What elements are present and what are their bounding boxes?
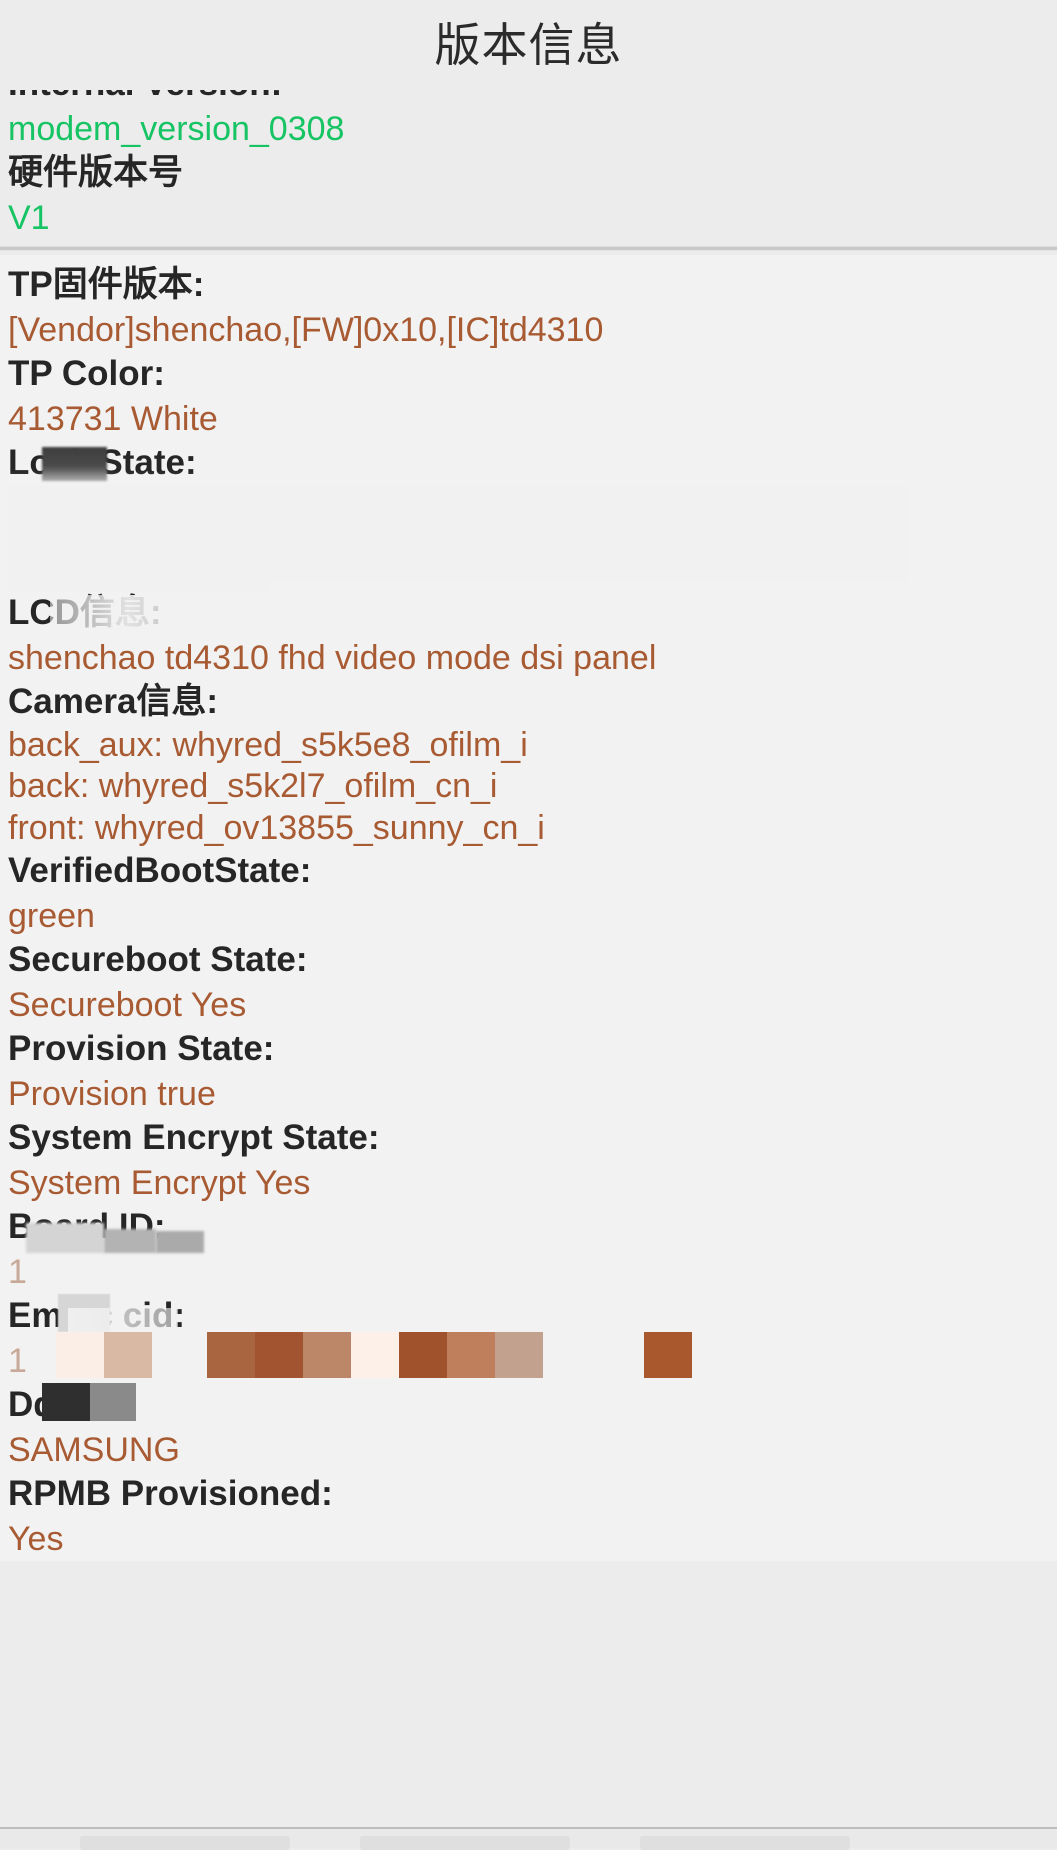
label-internal-version: Internal Version: [8,90,1049,107]
value-provision-state: Provision true [8,1074,216,1113]
redaction-pixel-10 [644,1332,692,1379]
row-camera-info: Camera信息: back_aux: whyred_s5k5e8_ofilm_… [8,680,1049,849]
value-tp-color: 413731 White [8,399,218,438]
value-system-encrypt-state: System Encrypt Yes [8,1163,311,1202]
redaction-pixel-4 [255,1332,303,1379]
page-title: 版本信息 [434,19,623,71]
value-tp-firmware: [Vendor]shenchao,[FW]0x10,[IC]td4310 [8,310,604,349]
info-list[interactable]: Internal Version: modem_version_0308 硬件版… [0,90,1057,1827]
redaction-pixel-7 [399,1332,447,1379]
label-board-id: Board ID: [8,1207,166,1247]
value-board-id: 1 [8,1252,27,1291]
redaction-pixel-8 [447,1332,495,1379]
row-tp-firmware: TP固件版本: [Vendor]shenchao,[FW]0x10,[IC]td… [8,263,1049,352]
row-internal-version: Internal Version: modem_version_0308 [8,90,1049,151]
row-board-id: Board ID: 1 [8,1205,1049,1294]
version-info-screen: 版本信息 Internal Version: modem_version_030… [0,0,1057,1850]
row-emmc-cid: Emmc cid: 1 [8,1294,1049,1383]
value-ddr: SAMSUNG [8,1430,180,1469]
value-internal-version: modem_version_0308 [8,109,345,148]
row-ddr: Ddr: SAMSUNG [8,1383,1049,1472]
value-hardware-version: V1 [8,198,50,237]
label-rpmb-provisioned: RPMB Provisioned: [8,1474,333,1514]
label-system-encrypt-state: System Encrypt State: [8,1118,380,1158]
title-bar: 版本信息 [0,0,1057,90]
row-system-encrypt-state: System Encrypt State: System Encrypt Yes [8,1116,1049,1205]
value-camera-back-aux: back_aux: whyred_s5k5e8_ofilm_i [8,725,528,764]
section-bottom: TP固件版本: [Vendor]shenchao,[FW]0x10,[IC]td… [0,254,1057,1561]
label-lock-state: Lock State: [8,442,197,482]
section-divider [0,245,1057,251]
redaction-pixel-9 [495,1332,543,1379]
value-verified-boot-state: green [8,896,95,935]
redaction-pixel-6 [351,1332,399,1379]
label-secureboot-state: Secureboot State: [8,940,308,980]
row-lcd-info: LCD信息: shenchao td4310 fhd video mode ds… [8,591,1049,680]
label-tp-firmware: TP固件版本: [8,264,205,304]
redaction-pixel-5 [303,1332,351,1379]
label-lcd-info: LCD信息: [8,592,162,632]
row-tp-color: TP Color: 413731 White [8,352,1049,441]
value-rpmb-provisioned: Yes [8,1519,64,1558]
label-ddr: Ddr: [8,1385,80,1425]
value-camera-back: back: whyred_s5k2l7_ofilm_cn_i [8,767,498,806]
system-navigation-bar[interactable] [0,1827,1057,1850]
redaction-pixel-2 [104,1332,152,1379]
redaction-pixel-strip-emmc [8,1332,1049,1379]
redaction-wash-lock-state [8,470,268,591]
redaction-pixel-1 [56,1332,104,1379]
value-camera-front: front: whyred_ov13855_sunny_cn_i [8,808,545,847]
label-verified-boot-state: VerifiedBootState: [8,851,312,891]
value-secureboot-state: Secureboot Yes [8,985,247,1024]
row-verified-boot-state: VerifiedBootState: green [8,849,1049,938]
section-top: Internal Version: modem_version_0308 硬件版… [0,90,1057,240]
row-rpmb-provisioned: RPMB Provisioned: Yes [8,1472,1049,1561]
label-provision-state: Provision State: [8,1029,275,1069]
label-hardware-version: 硬件版本号 [8,152,184,192]
label-camera-info: Camera信息: [8,681,219,721]
row-hardware-version: 硬件版本号 V1 [8,151,1049,240]
value-camera-info: back_aux: whyred_s5k5e8_ofilm_i back: wh… [8,725,1049,849]
row-lock-state: Lock State: [8,441,1049,591]
row-secureboot-state: Secureboot State: Secureboot Yes [8,938,1049,1027]
redaction-wash-lock-state-2 [8,484,908,581]
value-lcd-info: shenchao td4310 fhd video mode dsi panel [8,638,657,677]
redaction-pixel-3 [207,1332,255,1379]
row-provision-state: Provision State: Provision true [8,1027,1049,1116]
label-tp-color: TP Color: [8,353,165,393]
